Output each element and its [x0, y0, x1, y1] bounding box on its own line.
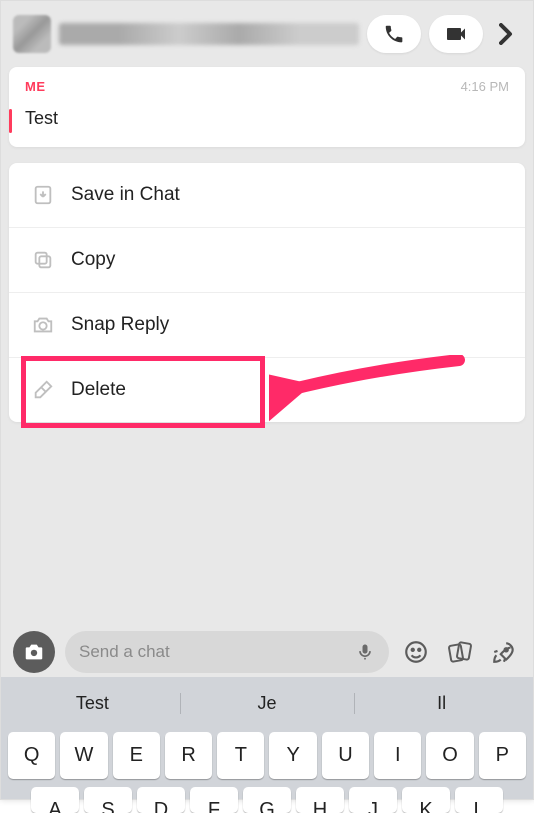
username-blurred[interactable]: [59, 23, 359, 45]
chat-placeholder: Send a chat: [79, 642, 355, 662]
keyboard: Test Je Il QWERTYUIOP ASDFGHJKL: [1, 677, 533, 799]
key-p[interactable]: P: [479, 732, 526, 779]
copy-icon: [31, 248, 55, 272]
key-k[interactable]: K: [402, 787, 450, 813]
key-y[interactable]: Y: [269, 732, 316, 779]
keyboard-row: QWERTYUIOP: [5, 732, 529, 779]
video-icon: [444, 22, 468, 46]
context-menu: Save in Chat Copy Snap Reply Delete: [9, 163, 525, 422]
voice-call-button[interactable]: [367, 15, 421, 53]
key-w[interactable]: W: [60, 732, 107, 779]
key-r[interactable]: R: [165, 732, 212, 779]
chevron-right-icon[interactable]: [491, 23, 521, 45]
menu-label: Snap Reply: [71, 314, 169, 336]
suggestion-row: Test Je Il: [5, 683, 529, 724]
menu-copy[interactable]: Copy: [9, 227, 525, 292]
key-u[interactable]: U: [322, 732, 369, 779]
cards-icon: [446, 639, 474, 665]
rocket-icon: [491, 639, 517, 665]
key-j[interactable]: J: [349, 787, 397, 813]
suggestion[interactable]: Je: [180, 683, 355, 724]
keyboard-row: ASDFGHJKL: [5, 787, 529, 813]
video-call-button[interactable]: [429, 15, 483, 53]
key-i[interactable]: I: [374, 732, 421, 779]
chat-input[interactable]: Send a chat: [65, 631, 389, 673]
chat-input-bar: Send a chat: [9, 623, 525, 675]
menu-delete[interactable]: Delete: [9, 357, 525, 422]
suggestion[interactable]: Test: [5, 683, 180, 724]
camera-button[interactable]: [13, 631, 55, 673]
eraser-icon: [31, 378, 55, 402]
suggestion[interactable]: Il: [354, 683, 529, 724]
key-e[interactable]: E: [113, 732, 160, 779]
annotation-arrow: [269, 355, 469, 425]
message-card[interactable]: ME 4:16 PM Test: [9, 67, 525, 147]
smiley-icon: [403, 639, 429, 665]
message-time: 4:16 PM: [461, 79, 509, 94]
key-h[interactable]: H: [296, 787, 344, 813]
camera-icon: [31, 313, 55, 337]
key-a[interactable]: A: [31, 787, 79, 813]
menu-label: Copy: [71, 249, 115, 271]
camera-fill-icon: [23, 641, 45, 663]
key-s[interactable]: S: [84, 787, 132, 813]
key-f[interactable]: F: [190, 787, 238, 813]
emoji-button[interactable]: [399, 639, 433, 665]
avatar[interactable]: [13, 15, 51, 53]
key-g[interactable]: G: [243, 787, 291, 813]
message-text: Test: [25, 108, 509, 129]
menu-save-in-chat[interactable]: Save in Chat: [9, 163, 525, 227]
annotation-highlight: [21, 356, 265, 428]
key-d[interactable]: D: [137, 787, 185, 813]
stickers-button[interactable]: [443, 639, 477, 665]
menu-snap-reply[interactable]: Snap Reply: [9, 292, 525, 357]
mic-icon[interactable]: [355, 640, 375, 664]
menu-label: Save in Chat: [71, 184, 180, 206]
key-t[interactable]: T: [217, 732, 264, 779]
phone-icon: [383, 23, 405, 45]
chat-header: [9, 9, 525, 67]
rocket-button[interactable]: [487, 639, 521, 665]
key-l[interactable]: L: [455, 787, 503, 813]
sender-label: ME: [25, 79, 46, 94]
key-q[interactable]: Q: [8, 732, 55, 779]
save-icon: [31, 183, 55, 207]
menu-label: Delete: [71, 379, 126, 401]
key-o[interactable]: O: [426, 732, 473, 779]
message-accent-bar: [9, 109, 12, 133]
